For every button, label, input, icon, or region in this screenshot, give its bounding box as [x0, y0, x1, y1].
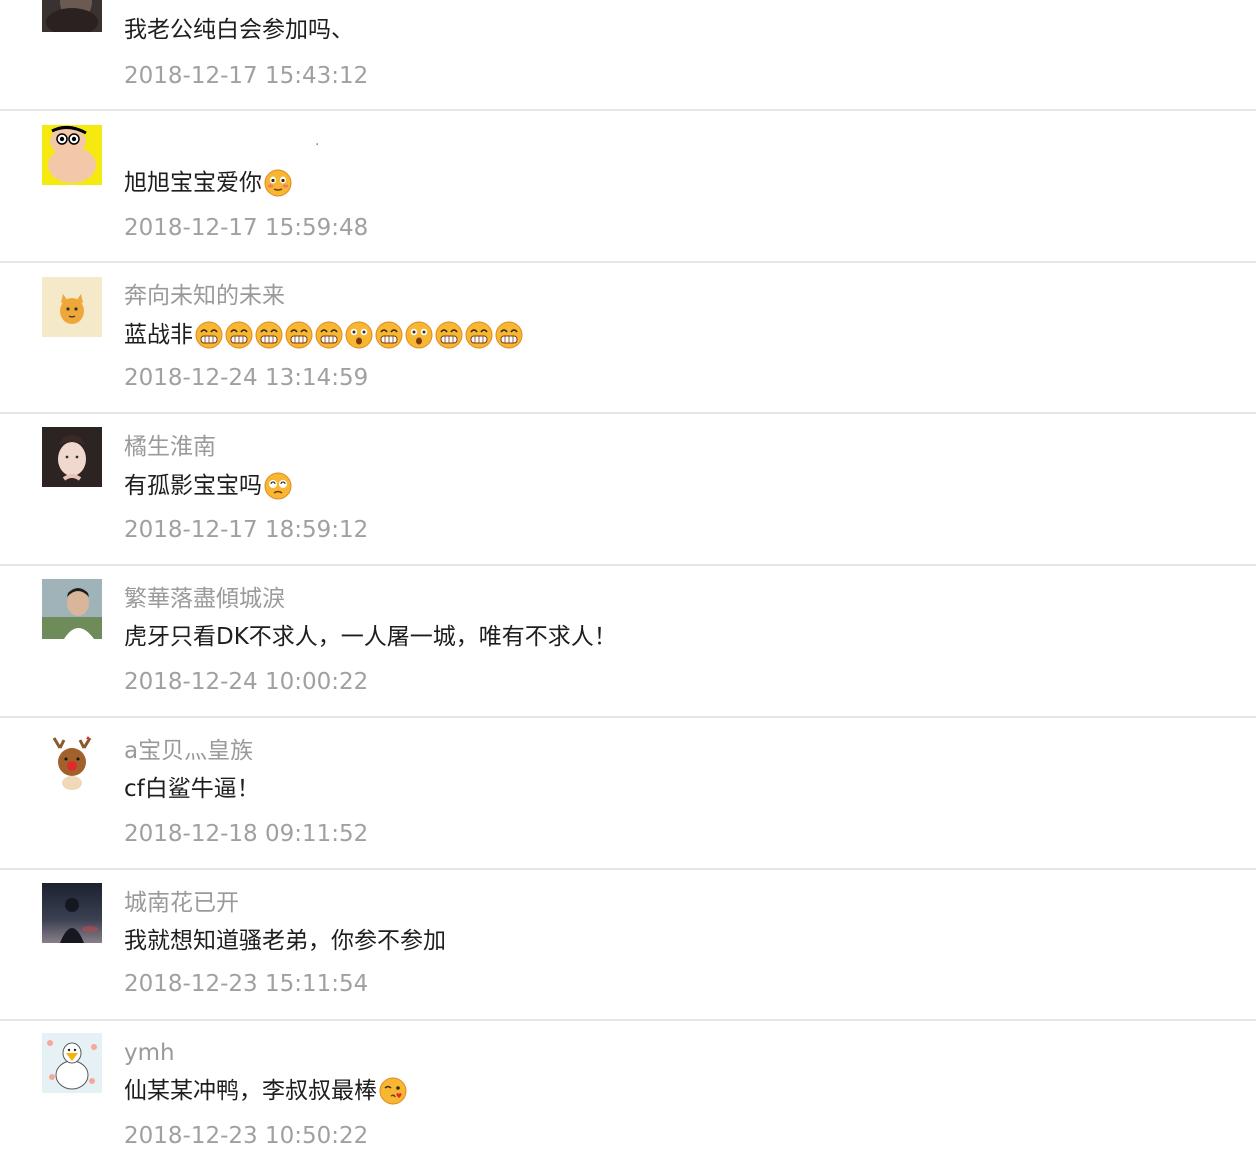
- grin-emoji: [285, 321, 313, 349]
- comment-text: 有孤影宝宝吗: [124, 470, 292, 502]
- comment-text-content: 旭旭宝宝爱你: [124, 170, 262, 196]
- dark-portrait-avatar[interactable]: [42, 0, 102, 32]
- reindeer-cartoon-avatar[interactable]: [42, 732, 102, 792]
- grin-emoji: [495, 321, 523, 349]
- comment-username[interactable]: 橘生淮南: [124, 432, 216, 462]
- comment-text: 蓝战非: [124, 319, 523, 351]
- comment-text: 我老公纯白会参加吗、: [124, 17, 354, 43]
- comment-timestamp: 2018-12-24 13:14:59: [124, 365, 369, 391]
- comment-timestamp: 2018-12-18 09:11:52: [124, 821, 369, 847]
- man-portrait-avatar[interactable]: [42, 579, 102, 639]
- comment-text: 虎牙只看DK不求人，一人屠一城，唯有不求人！: [124, 624, 617, 650]
- comment-item: 城南花已开 我就想知道骚老弟，你参不参加 2018-12-23 15:11:54: [0, 870, 1256, 1022]
- comment-username[interactable]: a宝贝灬皇族: [124, 736, 253, 766]
- comment-item: · 旭旭宝宝爱你 2018-12-17 15:59:48: [0, 111, 1256, 263]
- kiss-emoji: [379, 1077, 407, 1105]
- grin-emoji: [225, 321, 253, 349]
- comment-item: 我老公纯白会参加吗、 2018-12-17 15:43:12: [0, 0, 1256, 110]
- comment-timestamp: 2018-12-23 15:11:54: [124, 971, 369, 997]
- grin-emoji: [375, 321, 403, 349]
- blush-emoji: [264, 169, 292, 197]
- comment-username[interactable]: 奔向未知的未来: [124, 281, 285, 311]
- girl-portrait-avatar[interactable]: [42, 427, 102, 487]
- comment-text-content: 有孤影宝宝吗: [124, 473, 262, 499]
- comment-timestamp: 2018-12-24 10:00:22: [124, 669, 369, 695]
- night-silhouette-avatar[interactable]: [42, 883, 102, 943]
- crayon-shin-chan-avatar[interactable]: [42, 125, 102, 185]
- surprised-emoji: [345, 321, 373, 349]
- comment-username[interactable]: 繁華落盡傾城淚: [124, 584, 285, 614]
- comment-item: ymh 仙某某冲鸭，李叔叔最棒 2018-12-23 10:50:22: [0, 1021, 1256, 1173]
- comment-text-content: 蓝战非: [124, 322, 193, 348]
- comment-text: 我就想知道骚老弟，你参不参加: [124, 928, 446, 954]
- comment-item: 奔向未知的未来 蓝战非 2018-12-24 13:14:59: [0, 263, 1256, 415]
- comment-text: 旭旭宝宝爱你: [124, 167, 292, 199]
- grin-emoji: [195, 321, 223, 349]
- white-duck-avatar[interactable]: [42, 1033, 102, 1093]
- comment-text: 仙某某冲鸭，李叔叔最棒: [124, 1075, 407, 1107]
- comment-timestamp: 2018-12-23 10:50:22: [124, 1123, 369, 1149]
- comment-timestamp: 2018-12-17 15:59:48: [124, 215, 369, 241]
- comment-text: cf白鲨牛逼！: [124, 776, 260, 802]
- comment-timestamp: 2018-12-17 18:59:12: [124, 517, 369, 543]
- comment-item: a宝贝灬皇族 cf白鲨牛逼！ 2018-12-18 09:11:52: [0, 718, 1256, 870]
- emoji-row: [193, 321, 523, 349]
- comment-timestamp: 2018-12-17 15:43:12: [124, 63, 369, 89]
- grin-emoji: [465, 321, 493, 349]
- grin-emoji: [255, 321, 283, 349]
- dizzy-emoji: [264, 472, 292, 500]
- comment-username[interactable]: 城南花已开: [124, 888, 239, 918]
- comment-item: 橘生淮南 有孤影宝宝吗 2018-12-17 18:59:12: [0, 414, 1256, 566]
- comment-text-content: 仙某某冲鸭，李叔叔最棒: [124, 1078, 377, 1104]
- comment-item: 繁華落盡傾城淚 虎牙只看DK不求人，一人屠一城，唯有不求人！ 2018-12-2…: [0, 566, 1256, 718]
- comment-username[interactable]: ymh: [124, 1038, 175, 1068]
- decorative-dot: ·: [315, 137, 320, 153]
- grin-emoji: [315, 321, 343, 349]
- cartoon-dog-avatar[interactable]: [42, 277, 102, 337]
- surprised-emoji: [405, 321, 433, 349]
- grin-emoji: [435, 321, 463, 349]
